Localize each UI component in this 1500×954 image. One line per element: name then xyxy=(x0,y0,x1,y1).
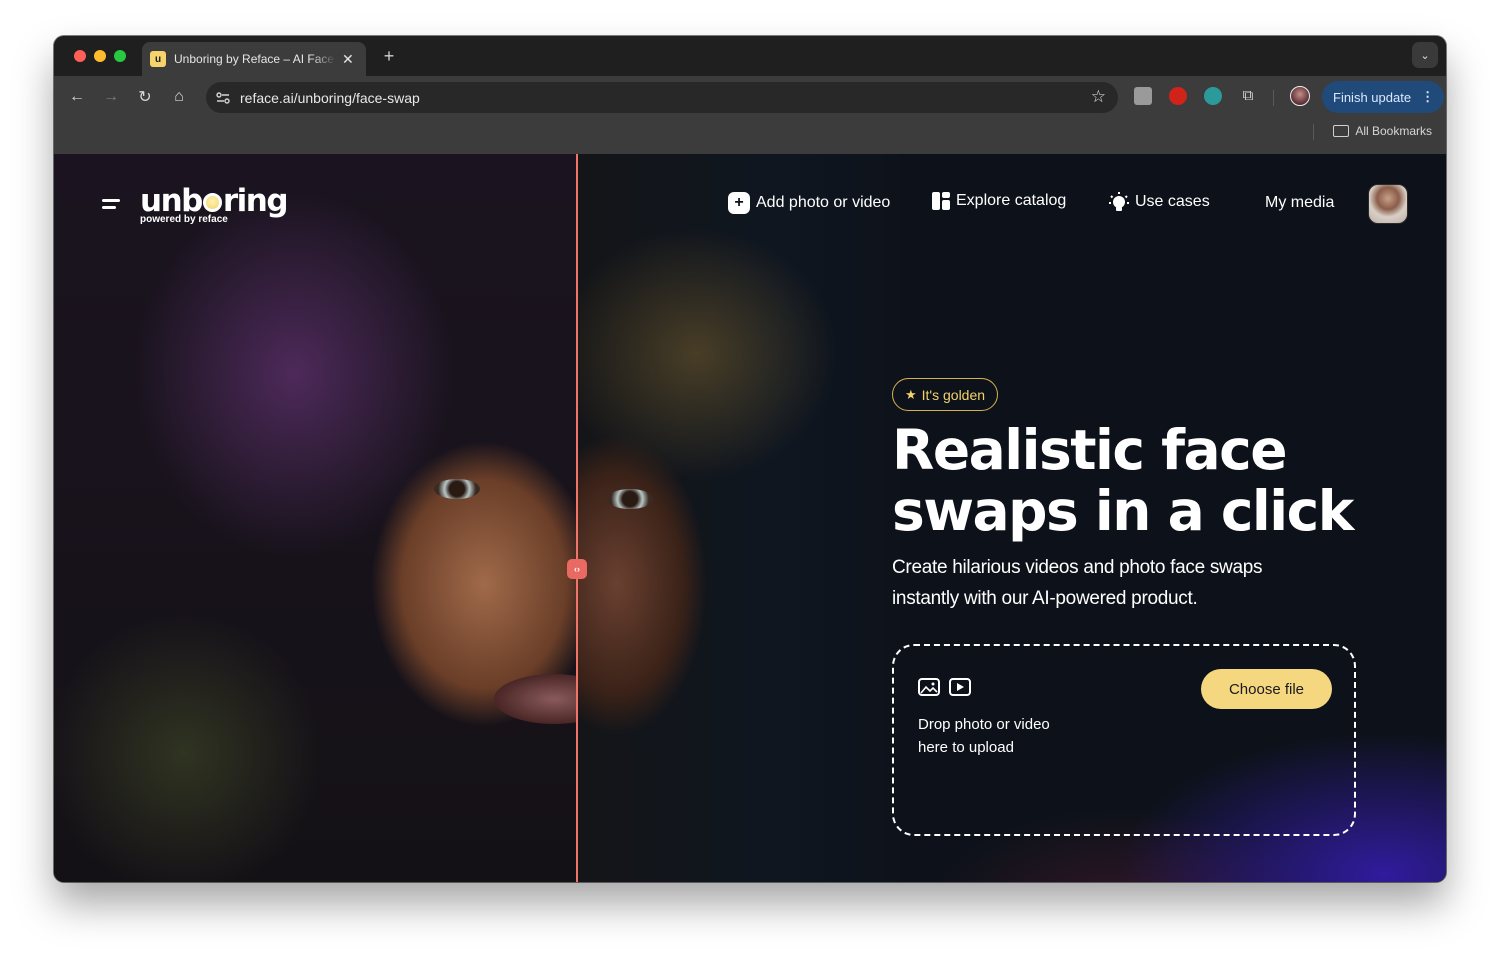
nav-add-photo-or-video[interactable]: + Add photo or video xyxy=(728,192,890,214)
swapped-face-image xyxy=(577,154,914,882)
new-tab-button[interactable]: + xyxy=(378,45,400,67)
golden-badge: ★ It's golden xyxy=(892,378,999,411)
forward-arrow-icon[interactable]: → xyxy=(100,86,122,108)
finish-update-button[interactable]: Finish update ⋮ xyxy=(1322,81,1445,113)
original-face-image xyxy=(54,154,614,882)
nav-label: Use cases xyxy=(1135,193,1210,210)
reload-icon[interactable]: ↻ xyxy=(134,86,156,108)
hero-title: Realistic face swaps in a click xyxy=(892,420,1432,542)
tab-search-chevron-icon[interactable]: ⌄ xyxy=(1412,42,1438,68)
nav-label: Add photo or video xyxy=(756,194,891,211)
tab-strip: u Unboring by Reface – AI Face Swap ✕ + … xyxy=(54,36,1446,76)
bookmarks-divider xyxy=(1313,124,1314,140)
more-menu-icon[interactable]: ⋮ xyxy=(1421,89,1434,105)
extensions-puzzle-icon[interactable]: ⧉ xyxy=(1239,87,1257,105)
back-arrow-icon[interactable]: ← xyxy=(66,86,88,108)
address-bar[interactable]: reface.ai/unboring/face-swap ☆ xyxy=(206,82,1118,113)
tab-title: Unboring by Reface – AI Face Swap xyxy=(174,52,336,66)
nav-explore-catalog[interactable]: Explore catalog xyxy=(932,192,1066,210)
cloud-extension-icon[interactable] xyxy=(1204,87,1222,105)
dropzone-text-line-2: here to upload xyxy=(918,739,1014,756)
unboring-favicon-icon: u xyxy=(150,51,166,67)
choose-file-button[interactable]: Choose file xyxy=(1201,669,1332,709)
site-settings-icon[interactable] xyxy=(212,87,234,109)
close-window-button[interactable] xyxy=(74,50,86,62)
badge-label: It's golden xyxy=(921,386,986,403)
home-icon[interactable]: ⌂ xyxy=(168,86,190,108)
logo-wordmark: unb ring xyxy=(140,183,289,219)
toolbar-divider xyxy=(1273,90,1274,106)
url-text[interactable]: reface.ai/unboring/face-swap xyxy=(240,90,420,106)
unboring-logo[interactable]: unb ring powered by reface xyxy=(140,183,289,225)
bookmarks-bar: All Bookmarks xyxy=(54,118,1446,154)
dropzone-instructions: Drop photo or video here to upload xyxy=(918,713,1118,759)
user-avatar[interactable] xyxy=(1368,184,1408,224)
nav-label: My media xyxy=(1265,194,1335,211)
nav-label: Explore catalog xyxy=(956,192,1067,209)
bookmark-star-icon[interactable]: ☆ xyxy=(1091,87,1106,107)
nav-my-media[interactable]: My media xyxy=(1265,194,1334,212)
browser-toolbar: ← → ↻ ⌂ reface.ai/unboring/face-swap ☆ ⧉… xyxy=(54,76,1446,118)
browser-window: u Unboring by Reface – AI Face Swap ✕ + … xyxy=(54,36,1446,882)
upload-icons xyxy=(918,678,971,696)
hero-subtitle: Create hilarious videos and photo face s… xyxy=(892,557,1263,609)
close-tab-icon[interactable]: ✕ xyxy=(342,51,354,68)
touch-extension-icon[interactable] xyxy=(1134,87,1152,105)
finish-update-label: Finish update xyxy=(1333,89,1412,105)
page-content: ‹› unb ring powered by reface + Add photo… xyxy=(54,154,1446,882)
image-icon xyxy=(918,678,940,696)
dropzone-text-line-1: Drop photo or video xyxy=(918,716,1050,733)
lightbulb-icon xyxy=(1109,192,1129,212)
video-play-icon xyxy=(949,678,971,696)
nav-use-cases[interactable]: Use cases xyxy=(1109,192,1210,212)
hero-title-line-1: Realistic face xyxy=(892,418,1288,482)
plus-square-icon: + xyxy=(728,192,750,214)
star-icon: ★ xyxy=(905,386,917,402)
eye-right xyxy=(607,489,653,509)
profile-avatar[interactable] xyxy=(1290,86,1310,106)
hamburger-menu-icon[interactable] xyxy=(100,196,122,212)
eye-left xyxy=(434,479,480,499)
browser-tab-active[interactable]: u Unboring by Reface – AI Face Swap ✕ xyxy=(142,42,366,76)
all-bookmarks-label: All Bookmarks xyxy=(1355,124,1432,138)
logo-dot-icon xyxy=(202,193,222,212)
catalog-icon xyxy=(932,192,950,210)
maximize-window-button[interactable] xyxy=(114,50,126,62)
hero-title-line-2: swaps in a click xyxy=(892,479,1354,543)
comparison-divider-line[interactable] xyxy=(576,154,578,882)
upload-dropzone[interactable]: Drop photo or video here to upload Choos… xyxy=(892,644,1356,836)
minimize-window-button[interactable] xyxy=(94,50,106,62)
folder-icon xyxy=(1333,125,1350,137)
face-swap-comparison: ‹› xyxy=(54,154,914,882)
adblock-extension-icon[interactable] xyxy=(1169,87,1187,105)
comparison-slider-handle[interactable]: ‹› xyxy=(567,559,587,579)
all-bookmarks-button[interactable]: All Bookmarks xyxy=(1333,124,1432,138)
